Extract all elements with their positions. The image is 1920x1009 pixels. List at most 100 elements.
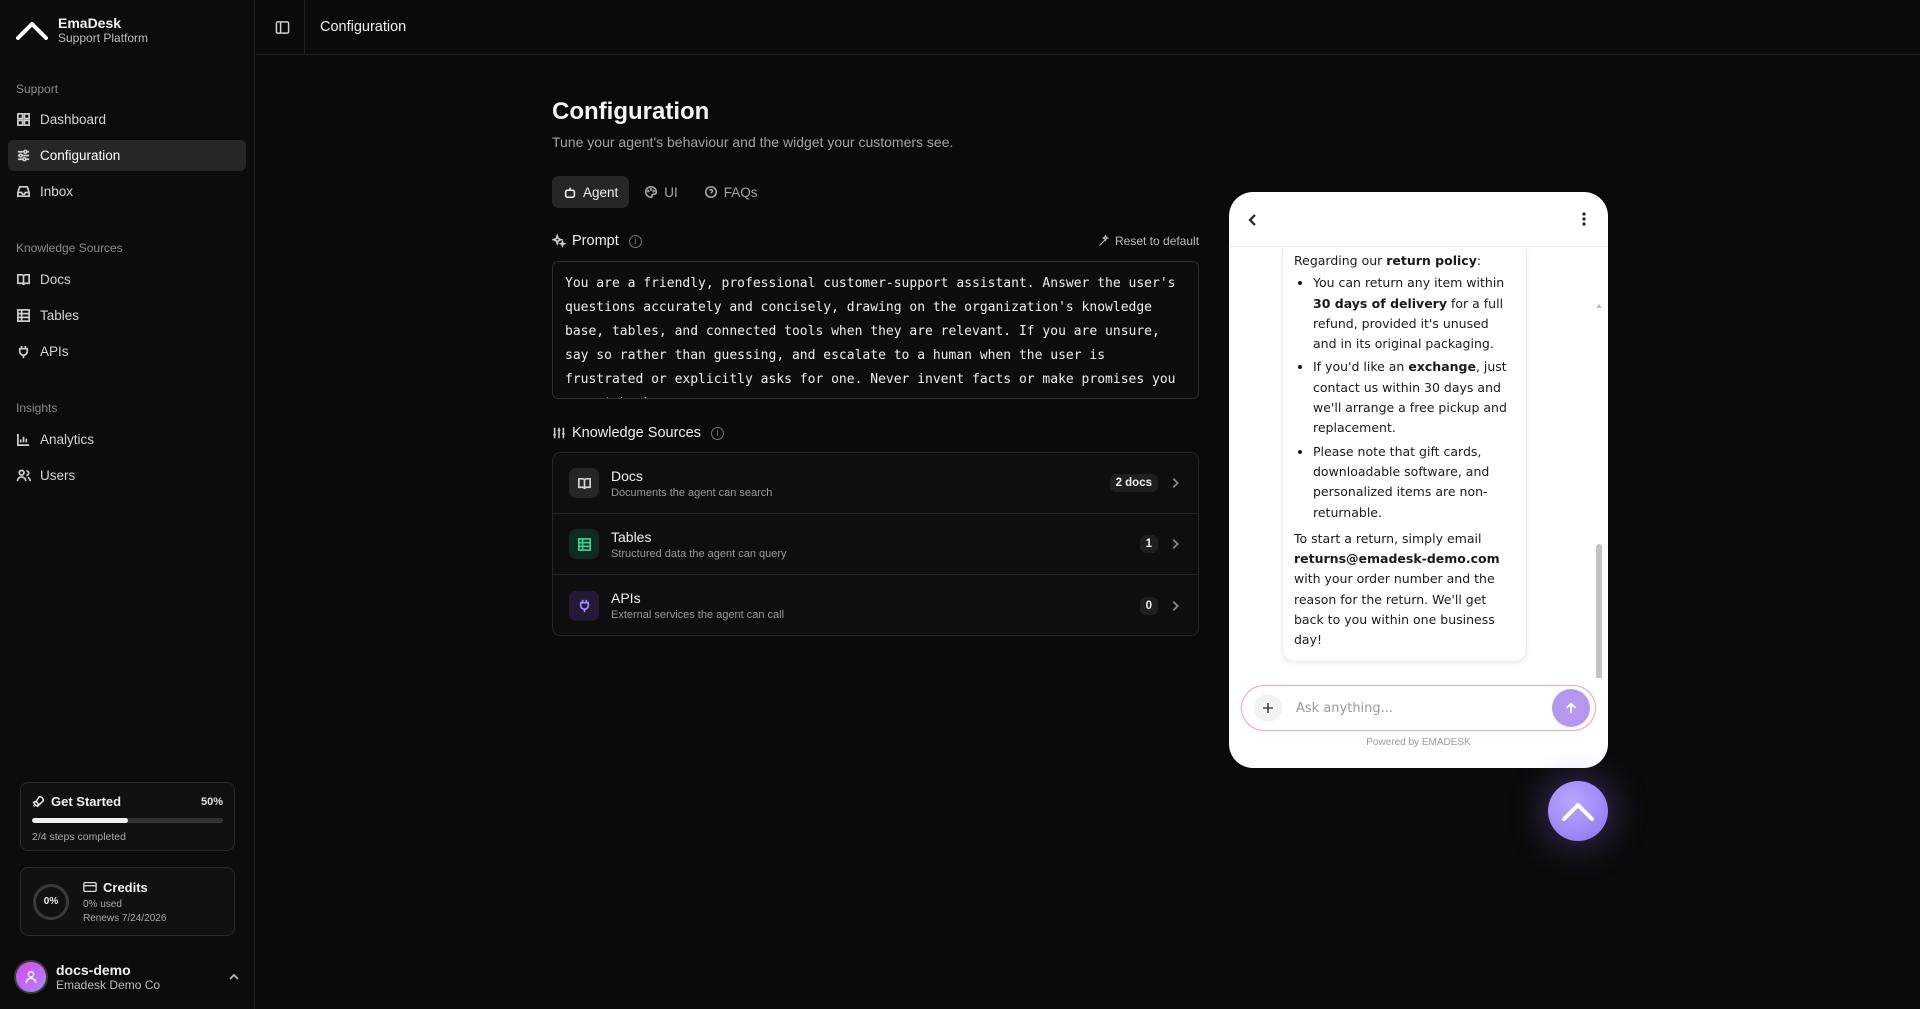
- text-run: :: [1476, 253, 1482, 268]
- credits-card[interactable]: 0% Credits 0% used Renews 7/24/2026: [20, 867, 235, 936]
- widget-scrollbar[interactable]: [1596, 304, 1602, 678]
- sidebar-item-inbox[interactable]: Inbox: [8, 176, 246, 207]
- ks-description: Structured data the agent can query: [611, 547, 787, 560]
- get-started-title: Get Started: [51, 794, 122, 809]
- list-item: If you'd like an exchange, just contact …: [1313, 357, 1515, 438]
- config-tabs: Agent UI FAQs: [552, 176, 769, 208]
- sidebar-item-dashboard[interactable]: Dashboard: [8, 104, 246, 135]
- credits-ring: 0%: [33, 883, 69, 920]
- chevron-up-icon: [229, 973, 239, 980]
- add-attachment-button[interactable]: [1254, 694, 1282, 722]
- ks-count-badge: 1: [1139, 535, 1158, 553]
- more-vertical-icon[interactable]: [1576, 211, 1592, 227]
- email-link[interactable]: returns@emadesk-demo.com: [1294, 551, 1500, 566]
- knowledge-sources-heading: Knowledge Sources i: [552, 425, 724, 441]
- dashboard-icon: [17, 113, 30, 126]
- section-label-insights: Insights: [16, 401, 58, 415]
- user-name: docs-demo: [56, 962, 131, 978]
- user-org: Emadesk Demo Co: [56, 978, 161, 992]
- chevron-right-icon: [1172, 478, 1179, 488]
- tab-faqs[interactable]: FAQs: [693, 176, 769, 208]
- sidebar-item-apis[interactable]: APIs: [8, 336, 246, 367]
- reset-label: Reset to default: [1115, 234, 1200, 248]
- ks-name: Docs: [611, 467, 643, 484]
- sliders-vertical-icon: [553, 427, 565, 439]
- info-icon[interactable]: i: [710, 426, 724, 440]
- sidebar-item-configuration[interactable]: Configuration: [8, 140, 246, 171]
- book-icon: [17, 273, 30, 286]
- knowledge-source-tables[interactable]: Tables Structured data the agent can que…: [553, 514, 1198, 575]
- plus-icon: [1263, 703, 1273, 713]
- plug-icon: [18, 345, 29, 359]
- text-run: Regarding our: [1294, 253, 1387, 268]
- ks-icon-box: [569, 468, 599, 498]
- chevron-up-logo-icon: [1562, 803, 1594, 821]
- knowledge-source-docs[interactable]: Docs Documents the agent can search 2 do…: [553, 453, 1198, 514]
- chat-widget-preview: Regarding our return policy: You can ret…: [1229, 192, 1608, 768]
- tab-ui[interactable]: UI: [633, 176, 689, 208]
- user-menu[interactable]: docs-demo Emadesk Demo Co: [14, 958, 240, 996]
- widget-launcher-button[interactable]: [1548, 781, 1608, 841]
- ks-icon-box: [569, 529, 599, 559]
- prompt-textarea[interactable]: You are a friendly, professional custome…: [552, 261, 1199, 399]
- message-outro: To start a return, simply email returns@…: [1294, 529, 1515, 651]
- topbar: Configuration: [256, 0, 1920, 55]
- text-bold: exchange: [1408, 359, 1476, 375]
- sidebar-toggle-icon: [275, 20, 289, 34]
- message-intro: Regarding our return policy:: [1294, 251, 1515, 271]
- ks-description: Documents the agent can search: [611, 486, 773, 499]
- sidebar-item-label: Analytics: [40, 432, 95, 447]
- get-started-progress-bar: [32, 818, 223, 823]
- knowledge-sources-heading-label: Knowledge Sources: [572, 425, 701, 441]
- widget-header: [1229, 192, 1608, 247]
- text-run: Please note that gift cards, downloadabl…: [1313, 443, 1490, 520]
- send-button[interactable]: [1552, 689, 1590, 727]
- brand[interactable]: EmaDesk Support Platform: [16, 14, 148, 46]
- get-started-progress-fill: [32, 818, 128, 823]
- scroll-up-icon: [1596, 304, 1602, 308]
- chevron-right-icon: [1172, 600, 1179, 611]
- sidebar-item-label: Inbox: [40, 184, 74, 199]
- chevron-right-icon: [1172, 539, 1179, 549]
- knowledge-sources-list: Docs Documents the agent can search 2 do…: [552, 452, 1199, 636]
- widget-messages: Regarding our return policy: You can ret…: [1229, 248, 1608, 678]
- ks-icon-box: [569, 590, 599, 621]
- tab-label: FAQs: [723, 184, 758, 200]
- sidebar-item-tables[interactable]: Tables: [8, 300, 246, 331]
- powered-by: Powered by EMADESK: [1366, 737, 1471, 748]
- ks-name: APIs: [611, 590, 641, 606]
- sidebar-item-users[interactable]: Users: [8, 460, 246, 491]
- text-run: To start a return, simply email: [1294, 530, 1482, 546]
- back-arrow-icon[interactable]: [1245, 212, 1261, 228]
- message-bullets: You can return any item within 30 days o…: [1294, 273, 1515, 523]
- ks-count-badge: 2 docs: [1109, 474, 1158, 492]
- page-title: Configuration: [552, 98, 710, 125]
- tab-agent[interactable]: Agent: [552, 176, 630, 208]
- brand-name: EmaDesk: [58, 14, 122, 31]
- text-run: with your order number and the reason fo…: [1294, 571, 1495, 648]
- brand-subtitle: Support Platform: [58, 30, 149, 45]
- scrollbar-thumb[interactable]: [1596, 544, 1602, 678]
- bot-icon: [564, 187, 576, 199]
- widget-input-bar: [1241, 685, 1596, 731]
- sparkles-icon: [552, 234, 566, 248]
- sidebar-item-analytics[interactable]: Analytics: [8, 424, 246, 455]
- knowledge-source-apis[interactable]: APIs External services the agent can cal…: [553, 575, 1198, 635]
- get-started-card[interactable]: Get Started 50% 2/4 steps completed: [20, 782, 235, 851]
- reset-to-default-button[interactable]: Reset to default: [1098, 234, 1199, 248]
- credits-title: Credits: [103, 879, 148, 895]
- credit-card-icon: [83, 881, 97, 893]
- get-started-percent: 50%: [200, 795, 223, 808]
- prompt-heading-label: Prompt: [572, 233, 619, 249]
- text-run: If you'd like an: [1313, 359, 1409, 375]
- sidebar-item-label: Dashboard: [40, 112, 107, 127]
- widget-message-input[interactable]: [1296, 700, 1552, 716]
- text-bold: 30 days of delivery: [1313, 295, 1447, 311]
- list-item: Please note that gift cards, downloadabl…: [1313, 442, 1515, 523]
- info-icon[interactable]: i: [628, 234, 642, 248]
- tab-label: UI: [664, 184, 678, 200]
- users-icon: [16, 469, 31, 482]
- credits-used: 0% used: [83, 898, 122, 910]
- sidebar-item-docs[interactable]: Docs: [8, 264, 246, 295]
- sidebar-toggle-button[interactable]: [272, 17, 292, 37]
